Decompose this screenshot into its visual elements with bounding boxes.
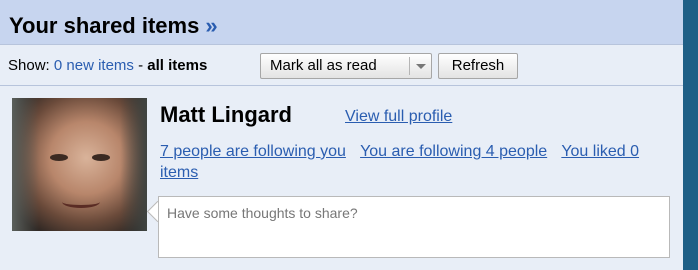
mark-all-read-label: Mark all as read <box>270 57 377 74</box>
avatar-eye-right <box>92 154 110 161</box>
share-thoughts-input[interactable]: Have some thoughts to share? <box>158 196 670 258</box>
shared-items-panel: Your shared items» Show: 0 new items - a… <box>0 0 683 270</box>
button-divider <box>409 57 410 75</box>
profile-name: Matt Lingard <box>160 102 292 127</box>
mark-all-read-button[interactable]: Mark all as read <box>260 53 432 79</box>
new-items-link[interactable]: 0 new items <box>54 57 134 74</box>
all-items-label: all items <box>147 57 208 74</box>
show-label: Show: <box>8 57 50 74</box>
chevron-down-icon[interactable] <box>416 64 426 69</box>
window-side-stripe <box>683 0 698 270</box>
title-bar: Your shared items» <box>0 4 683 42</box>
filter-separator: - <box>138 57 144 74</box>
profile-section: Matt Lingard View full profile 7 people … <box>0 86 683 270</box>
page-title: Your shared items» <box>9 13 218 39</box>
avatar-mouth <box>62 196 100 208</box>
share-placeholder: Have some thoughts to share? <box>167 205 358 221</box>
page-title-text: Your shared items <box>9 13 200 38</box>
followers-link[interactable]: 7 people are following you <box>160 143 346 160</box>
refresh-button[interactable]: Refresh <box>438 53 518 79</box>
view-full-profile-link[interactable]: View full profile <box>345 108 452 126</box>
title-raquo-link[interactable]: » <box>205 13 217 38</box>
toolbar: Show: 0 new items - all items Mark all a… <box>0 44 683 86</box>
avatar <box>12 98 147 231</box>
avatar-eye-left <box>50 154 68 161</box>
profile-stats: 7 people are following you You are follo… <box>160 141 660 183</box>
show-filter: Show: 0 new items - all items <box>8 57 207 74</box>
avatar-background <box>12 98 147 231</box>
following-link[interactable]: You are following 4 people <box>360 143 547 160</box>
